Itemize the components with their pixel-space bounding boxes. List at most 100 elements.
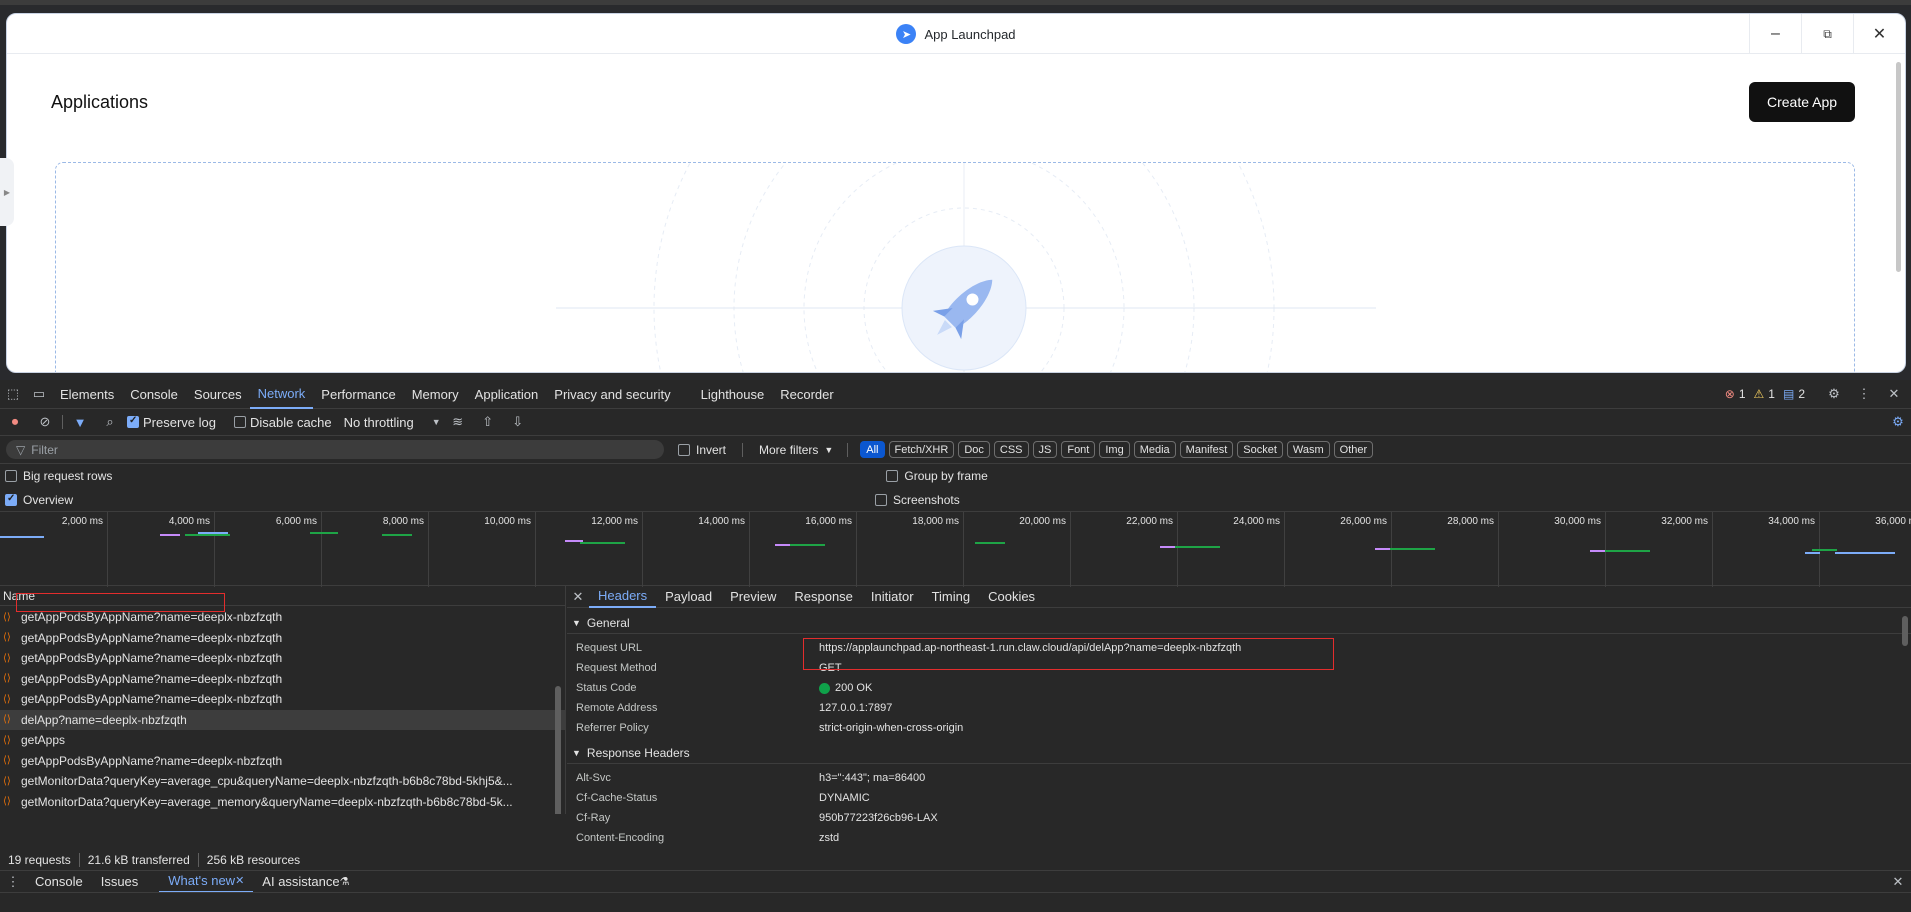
disable-cache-checkbox[interactable]: [233, 416, 246, 428]
filter-funnel-icon[interactable]: ▼: [67, 409, 93, 435]
tab-network[interactable]: Network: [249, 380, 314, 409]
header-value[interactable]: 950b77223f26cb96-LAX: [819, 812, 938, 824]
details-tab-initiator[interactable]: Initiator: [862, 586, 923, 608]
tab-performance[interactable]: Performance: [313, 380, 403, 409]
type-filter-font[interactable]: Font: [1061, 441, 1096, 458]
details-tab-timing[interactable]: Timing: [923, 586, 980, 608]
type-filter-fetch-xhr[interactable]: Fetch/XHR: [888, 441, 955, 458]
details-scrollbar[interactable]: [1902, 616, 1908, 646]
import-har-upload-icon[interactable]: ⇧: [475, 409, 501, 435]
request-row[interactable]: ⟨⟩ getAppPodsByAppName?name=deeplx-nbzfzq…: [0, 751, 565, 772]
type-filter-media[interactable]: Media: [1133, 441, 1176, 458]
tab-console[interactable]: Console: [122, 380, 186, 409]
filter-input[interactable]: ▽ Filter: [6, 440, 664, 459]
header-value[interactable]: zstd: [819, 832, 839, 844]
type-filter-js[interactable]: JS: [1032, 441, 1058, 458]
warning-icon[interactable]: ⚠: [1754, 387, 1765, 401]
header-value[interactable]: h3=":443"; ma=86400: [819, 772, 925, 784]
header-value[interactable]: DYNAMIC: [819, 792, 870, 804]
network-overview-timeline[interactable]: 2,000 ms 4,000 ms 6,000 ms 8,000 ms 10,000 m…: [0, 511, 1911, 587]
type-filter-all[interactable]: All: [860, 441, 885, 458]
close-tab-icon[interactable]: ✕: [235, 874, 244, 887]
details-tab-cookies[interactable]: Cookies: [979, 586, 1044, 608]
minimize-button[interactable]: –: [1749, 14, 1801, 54]
tab-lighthouse[interactable]: Lighthouse: [693, 380, 773, 409]
message-icon[interactable]: ▤: [1783, 387, 1794, 401]
throttling-select[interactable]: No throttling: [344, 415, 414, 430]
request-row[interactable]: ⟨⟩ getApps: [0, 730, 565, 751]
network-settings-gear-icon[interactable]: ⚙: [1885, 409, 1911, 435]
overview-checkbox[interactable]: [5, 493, 17, 506]
request-list-scrollbar[interactable]: [555, 686, 561, 814]
tab-elements[interactable]: Elements: [52, 380, 122, 409]
details-tab-response[interactable]: Response: [785, 586, 862, 608]
timeline-gridline: [428, 512, 429, 587]
type-filter-img[interactable]: Img: [1099, 441, 1130, 458]
network-conditions-wifi-icon[interactable]: ≋: [445, 409, 471, 435]
create-app-button[interactable]: Create App: [1749, 82, 1855, 122]
record-stop-icon[interactable]: ⏺: [2, 409, 28, 435]
chevron-down-icon[interactable]: ▼: [824, 445, 833, 455]
chevron-down-icon[interactable]: ▼: [432, 417, 441, 427]
close-devtools-icon[interactable]: ✕: [1881, 381, 1907, 407]
search-icon[interactable]: ⌕: [97, 409, 123, 435]
request-row[interactable]: ⟨⟩ getAppPodsByAppName?name=deeplx-nbzfzq…: [0, 689, 565, 710]
sidebar-expand-tab[interactable]: ▶: [0, 158, 14, 226]
drawer-tab-issues[interactable]: Issues: [92, 871, 148, 893]
request-row[interactable]: ⟨⟩ getMonitorData?queryKey=average_cpu&qu…: [0, 771, 565, 792]
big-request-rows-checkbox[interactable]: [5, 470, 17, 482]
type-filter-other[interactable]: Other: [1333, 441, 1374, 458]
details-tab-headers[interactable]: Headers: [589, 586, 657, 608]
close-drawer-icon[interactable]: ✕: [1885, 869, 1911, 895]
drawer-tab-what-s-new[interactable]: What's new ✕: [159, 871, 254, 893]
drawer-menu-icon[interactable]: ⋮: [0, 869, 26, 895]
invert-checkbox[interactable]: [678, 443, 690, 456]
app-scrollbar[interactable]: [1896, 62, 1901, 272]
type-filter-socket[interactable]: Socket: [1237, 441, 1283, 458]
header-value[interactable]: 200 OK: [819, 682, 872, 694]
clear-icon[interactable]: ⊘: [32, 409, 58, 435]
timeline-tick-label: 34,000 ms: [1768, 516, 1815, 527]
xhr-fetch-icon: ⟨⟩: [3, 714, 11, 726]
group-by-frame-checkbox[interactable]: [886, 470, 899, 482]
response-headers-section-header[interactable]: ▼ Response Headers: [567, 742, 1911, 764]
inspect-element-icon[interactable]: ⬚: [0, 381, 26, 407]
details-tab-preview[interactable]: Preview: [721, 586, 785, 608]
header-value[interactable]: strict-origin-when-cross-origin: [819, 722, 963, 734]
restore-button[interactable]: ⧉: [1801, 14, 1853, 54]
tab-application[interactable]: Application: [467, 380, 547, 409]
header-row: Referrer Policy strict-origin-when-cross-…: [567, 718, 1911, 738]
export-har-download-icon[interactable]: ⇩: [505, 409, 531, 435]
close-button[interactable]: ✕: [1853, 14, 1905, 54]
tab-privacy-and-security[interactable]: Privacy and security: [546, 380, 678, 409]
type-filter-doc[interactable]: Doc: [958, 441, 990, 458]
request-row[interactable]: ·launchpad-empty.png: [0, 812, 565, 814]
type-filter-css[interactable]: CSS: [993, 441, 1029, 458]
request-name: getMonitorData?queryKey=average_cpu&quer…: [21, 774, 513, 789]
request-row[interactable]: ⟨⟩ delApp?name=deeplx-nbzfzqth: [0, 709, 565, 730]
timeline-tick-label: 18,000 ms: [912, 516, 959, 527]
device-toolbar-icon[interactable]: ▭: [26, 381, 52, 407]
screenshots-checkbox[interactable]: [875, 494, 888, 506]
tab-memory[interactable]: Memory: [404, 380, 467, 409]
close-details-icon[interactable]: ✕: [567, 586, 589, 610]
type-filter-wasm[interactable]: Wasm: [1286, 441, 1330, 458]
tab-sources[interactable]: Sources: [186, 380, 250, 409]
header-value[interactable]: 127.0.0.1:7897: [819, 702, 892, 714]
preserve-log-checkbox[interactable]: [127, 415, 139, 428]
request-row[interactable]: ⟨⟩ getAppPodsByAppName?name=deeplx-nbzfzq…: [0, 648, 565, 669]
general-section-header[interactable]: ▼ General: [567, 612, 1911, 634]
more-options-icon[interactable]: ⋮: [1851, 381, 1877, 407]
error-icon[interactable]: ⊗: [1725, 387, 1735, 401]
more-filters-dropdown[interactable]: More filters: [759, 443, 818, 457]
type-filter-manifest[interactable]: Manifest: [1179, 441, 1234, 458]
settings-gear-icon[interactable]: ⚙: [1821, 381, 1847, 407]
drawer-tab-ai-assistance[interactable]: AI assistance ⚗: [253, 871, 358, 893]
request-row[interactable]: ⟨⟩ getAppPodsByAppName?name=deeplx-nbzfzq…: [0, 669, 565, 690]
request-row[interactable]: ⟨⟩ getMonitorData?queryKey=average_memory…: [0, 792, 565, 813]
tab-recorder[interactable]: Recorder: [772, 380, 841, 409]
drawer-tab-console[interactable]: Console: [26, 871, 92, 893]
details-tab-payload[interactable]: Payload: [656, 586, 721, 608]
response-headers-title: Response Headers: [586, 745, 690, 760]
request-row[interactable]: ⟨⟩ getAppPodsByAppName?name=deeplx-nbzfzq…: [0, 628, 565, 649]
